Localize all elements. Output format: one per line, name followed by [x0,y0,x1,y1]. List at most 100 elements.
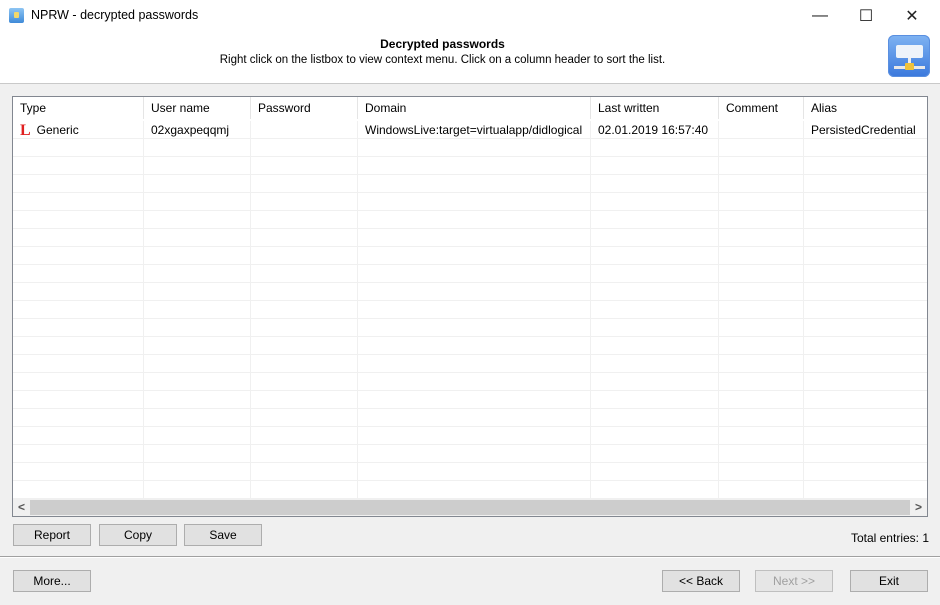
empty-cell [251,391,358,409]
empty-cell [804,481,927,499]
empty-cell [719,427,804,445]
empty-cell [719,463,804,481]
empty-cell [144,229,251,247]
empty-cell [144,319,251,337]
empty-cell [13,481,144,499]
empty-row [13,211,927,229]
empty-row [13,229,927,247]
empty-cell [144,481,251,499]
column-header-type[interactable]: Type [13,97,144,119]
empty-cell [144,157,251,175]
column-header-password[interactable]: Password [251,97,358,119]
empty-cell [719,193,804,211]
empty-cell [591,355,719,373]
empty-cell [251,139,358,157]
column-header-domain[interactable]: Domain [358,97,591,119]
save-button[interactable]: Save [184,524,262,546]
table-row[interactable]: L Generic 02xgaxpeqqmj WindowsLive:target… [13,121,927,139]
empty-cell [144,265,251,283]
empty-cell [13,427,144,445]
empty-cell [13,283,144,301]
empty-cell [804,463,927,481]
column-header-comment[interactable]: Comment [719,97,804,119]
empty-row [13,247,927,265]
empty-row [13,139,927,157]
column-header-user-name[interactable]: User name [144,97,251,119]
empty-cell [804,409,927,427]
empty-cell [13,265,144,283]
empty-row [13,391,927,409]
empty-cell [719,139,804,157]
close-button[interactable]: ✕ [889,0,935,31]
empty-cell [358,301,591,319]
empty-cell [719,481,804,499]
empty-row [13,157,927,175]
empty-cell [591,247,719,265]
empty-cell [13,463,144,481]
empty-cell [13,319,144,337]
next-button: Next >> [755,570,833,592]
empty-cell [719,337,804,355]
empty-cell [358,193,591,211]
empty-cell [719,247,804,265]
empty-cell [144,373,251,391]
empty-cell [719,229,804,247]
empty-cell [804,337,927,355]
empty-cell [251,265,358,283]
empty-row [13,283,927,301]
header-title: Decrypted passwords [380,37,505,51]
empty-cell [591,283,719,301]
empty-cell [358,175,591,193]
empty-cell [591,193,719,211]
empty-cell [719,445,804,463]
empty-cell [251,301,358,319]
empty-cell [591,319,719,337]
empty-cell [719,211,804,229]
empty-row [13,193,927,211]
empty-cell [719,409,804,427]
empty-cell [358,211,591,229]
horizontal-scrollbar[interactable]: < > [13,499,927,516]
empty-cell [144,355,251,373]
app-icon [9,8,24,23]
empty-cell [591,445,719,463]
column-header-last-written[interactable]: Last written [591,97,719,119]
empty-row [13,319,927,337]
minimize-button[interactable]: — [797,0,843,31]
total-entries: Total entries: 1 [850,531,929,545]
empty-cell [251,193,358,211]
empty-cell [251,337,358,355]
empty-cell [251,445,358,463]
empty-row [13,175,927,193]
empty-cell [144,193,251,211]
back-button[interactable]: << Back [662,570,740,592]
more-button[interactable]: More... [13,570,91,592]
exit-button[interactable]: Exit [850,570,928,592]
scrollbar-thumb[interactable] [30,500,910,515]
maximize-button[interactable]: ☐ [843,0,889,31]
empty-cell [251,247,358,265]
empty-cell [804,355,927,373]
empty-cell [804,373,927,391]
empty-cell [804,139,927,157]
title-bar: NPRW - decrypted passwords — ☐ ✕ [0,0,940,31]
cell-password [251,121,358,139]
copy-button[interactable]: Copy [99,524,177,546]
empty-row [13,337,927,355]
empty-cell [804,319,927,337]
empty-cell [804,229,927,247]
empty-cell [358,283,591,301]
empty-cell [358,229,591,247]
empty-cell [719,283,804,301]
report-button[interactable]: Report [13,524,91,546]
passwords-listbox[interactable]: Type User name Password Domain Last writ… [12,96,928,517]
scroll-right-icon[interactable]: > [910,499,927,516]
empty-cell [251,319,358,337]
cell-type: L Generic [13,121,144,139]
empty-cell [144,247,251,265]
scroll-left-icon[interactable]: < [13,499,30,516]
empty-cell [144,409,251,427]
cell-alias: PersistedCredential [811,123,916,137]
column-header-alias[interactable]: Alias [804,97,927,119]
empty-cell [719,175,804,193]
